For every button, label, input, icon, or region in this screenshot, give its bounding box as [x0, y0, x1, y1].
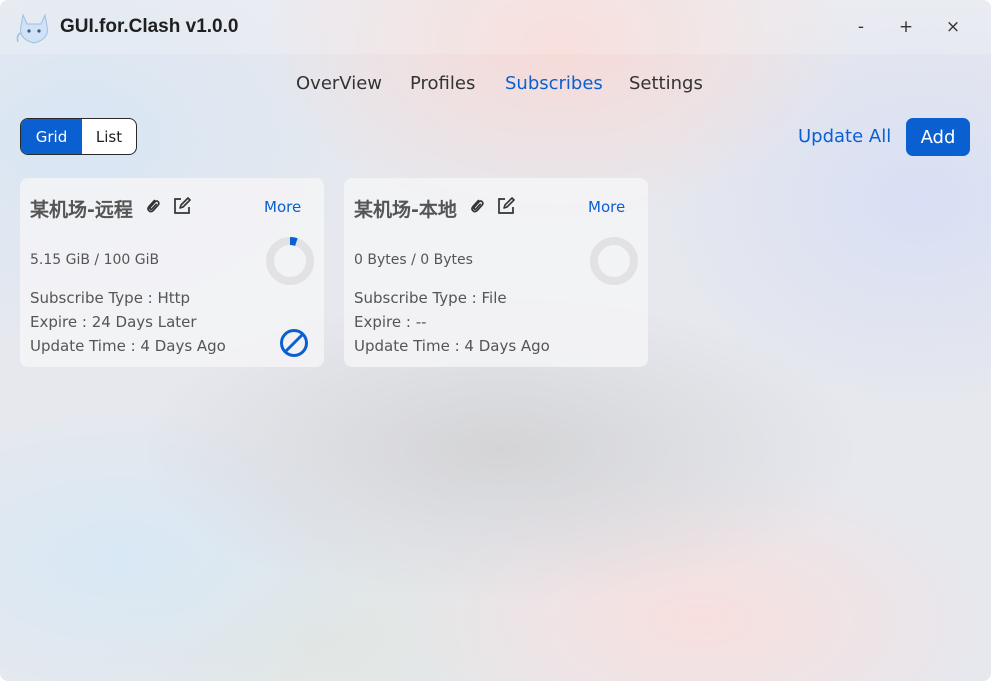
usage-donut-fill: [594, 241, 634, 281]
update-time: Update Time : 4 Days Ago: [354, 337, 550, 355]
list-view-button[interactable]: List: [82, 119, 136, 154]
usage-donut: [590, 237, 638, 285]
more-button[interactable]: More: [264, 198, 301, 216]
subscription-name: 某机场-本地: [354, 199, 457, 221]
main-nav: OverView Profiles Subscribes Settings: [0, 73, 991, 99]
tab-settings[interactable]: Settings: [629, 73, 703, 94]
update-all-button[interactable]: Update All: [798, 126, 891, 147]
expire-text: Expire : 24 Days Later: [30, 313, 197, 331]
more-button[interactable]: More: [588, 198, 625, 216]
subscription-card: 某机场-远程 More 5.15 GiB / 100 GiB Subscribe…: [20, 178, 324, 367]
tab-overview[interactable]: OverView: [296, 73, 382, 94]
title-bar[interactable]: GUI.for.Clash v1.0.0 - + ×: [0, 0, 991, 54]
subscription-card: 某机场-本地 More 0 Bytes / 0 Bytes Subscribe …: [344, 178, 648, 367]
link-icon[interactable]: [144, 197, 162, 215]
link-icon[interactable]: [468, 197, 486, 215]
add-button[interactable]: Add: [906, 118, 970, 156]
app-title: GUI.for.Clash v1.0.0: [60, 16, 239, 37]
tab-subscribes[interactable]: Subscribes: [505, 73, 603, 94]
app-window: GUI.for.Clash v1.0.0 - + × OverView Prof…: [0, 0, 991, 681]
cat-logo-icon: [16, 13, 48, 44]
minimize-button[interactable]: -: [846, 12, 876, 42]
expire-text: Expire : --: [354, 313, 427, 331]
usage-donut: [266, 237, 314, 285]
view-toggle: Grid List: [20, 118, 137, 155]
subscribe-type: Subscribe Type : Http: [30, 289, 191, 307]
grid-view-button[interactable]: Grid: [21, 119, 82, 154]
usage-text: 5.15 GiB / 100 GiB: [30, 252, 160, 268]
edit-icon[interactable]: [172, 196, 192, 216]
update-time: Update Time : 4 Days Ago: [30, 337, 226, 355]
disable-icon[interactable]: [278, 327, 310, 359]
usage-donut-track: [266, 237, 314, 285]
subscription-name: 某机场-远程: [30, 199, 133, 221]
usage-text: 0 Bytes / 0 Bytes: [354, 252, 473, 268]
tab-profiles[interactable]: Profiles: [410, 73, 475, 94]
maximize-button[interactable]: +: [891, 12, 921, 42]
edit-icon[interactable]: [496, 196, 516, 216]
subscribe-type: Subscribe Type : File: [354, 289, 507, 307]
close-button[interactable]: ×: [938, 12, 968, 42]
